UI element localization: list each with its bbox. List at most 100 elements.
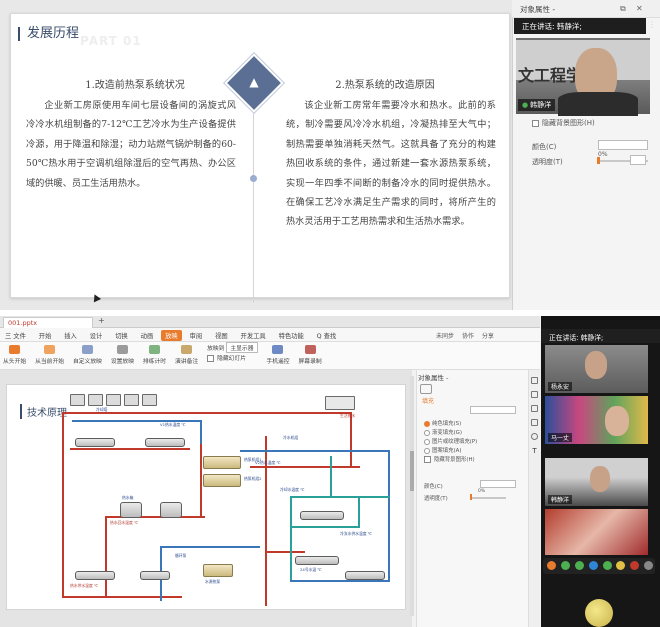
video-tile-3[interactable]: 韩静洋 [545, 458, 648, 506]
tool-text-icon[interactable]: T [529, 447, 540, 455]
fill-select[interactable] [470, 406, 516, 414]
radio-solid[interactable] [424, 420, 430, 427]
option-label: 渐变填充(G) [432, 430, 462, 436]
properties-header-2: 对象属性 - [418, 374, 449, 382]
record-toggle-icon[interactable] [630, 561, 640, 570]
share-button[interactable]: 分享 [482, 333, 494, 340]
transparency-slider-2[interactable] [470, 497, 506, 499]
transparency-slider-handle-2[interactable] [470, 494, 472, 500]
tank-3 [75, 571, 115, 580]
menu-home[interactable]: 开始 [34, 328, 57, 343]
file-tab[interactable]: 001.pptx [3, 317, 93, 328]
hide-bg-checkbox-2[interactable] [424, 456, 431, 463]
menu-review[interactable]: 审阅 [185, 328, 208, 343]
menu-design[interactable]: 设计 [85, 328, 108, 343]
menu-developer[interactable]: 开发工具 [236, 328, 271, 343]
tool-select-icon[interactable] [531, 377, 538, 384]
menu-insert[interactable]: 插入 [59, 328, 82, 343]
menu-slideshow[interactable]: 放映 [161, 330, 182, 341]
fill-picture-option[interactable]: 图片或纹理填充(P) [424, 438, 477, 447]
menu-features[interactable]: 特色功能 [274, 328, 309, 343]
tool-shape-icon[interactable] [531, 391, 538, 398]
transparency-slider-handle[interactable] [597, 157, 600, 164]
slide-ghost-text: PART 01 [80, 34, 142, 48]
video-tile-4[interactable] [545, 509, 648, 555]
reaction-icon[interactable] [616, 561, 626, 570]
ribbon-label: 从当前开始 [35, 359, 65, 365]
ribbon-remote[interactable]: 手机遥控 [266, 342, 290, 365]
scrollbar-thumb[interactable] [410, 451, 414, 491]
option-label: 图片或纹理填充(P) [432, 439, 478, 445]
add-tab-button[interactable]: + [98, 316, 105, 325]
option-label: 图案填充(A) [432, 448, 462, 454]
pipe-teal-1 [290, 496, 390, 498]
speaker-name-tag: ● 韩静洋 [518, 99, 556, 111]
color-select[interactable] [598, 140, 648, 150]
video-tile-2[interactable]: 马一丈 [545, 396, 648, 444]
timeline-dot [250, 175, 257, 182]
pipe-red-9 [70, 448, 190, 450]
radio-gradient[interactable] [424, 429, 430, 436]
menu-animation[interactable]: 动画 [136, 328, 159, 343]
pipe-red-4 [105, 516, 107, 596]
tool-location-icon[interactable] [531, 433, 538, 440]
ribbon-record[interactable]: 屏幕录制 [298, 342, 322, 365]
chat-icon[interactable] [602, 561, 612, 570]
heat-pump-2 [203, 474, 241, 487]
mic-toggle-icon[interactable] [560, 561, 570, 570]
monitor-select[interactable]: 主显示器 [226, 342, 258, 353]
cooling-tower-4 [124, 394, 139, 406]
diamond-icon: ▲ [249, 75, 259, 89]
radio-picture[interactable] [424, 438, 430, 445]
ribbon-notes[interactable]: 演讲备注 [175, 342, 198, 365]
water-tank-2 [160, 502, 182, 518]
pipe-teal-2 [290, 496, 292, 580]
transparency-input[interactable] [630, 155, 646, 165]
ribbon-start-begin[interactable]: 从头开始 [3, 342, 26, 365]
close-icon[interactable]: ✕ [636, 4, 643, 13]
setup-icon [116, 345, 128, 354]
video-tile-1[interactable]: 杨永安 [545, 345, 648, 393]
restore-icon[interactable]: ⧉ [620, 4, 626, 14]
fill-section-label[interactable]: 填充 [422, 396, 434, 405]
ribbon-show-to[interactable]: 放映到 主显示器 隐藏幻灯片 [207, 342, 258, 362]
speaker-icon[interactable] [574, 561, 584, 570]
fill-pattern-option[interactable]: 图案填充(A) [424, 447, 477, 456]
camera-icon[interactable] [588, 561, 598, 570]
tool-copy-icon[interactable] [531, 405, 538, 412]
pipe-blue-4 [388, 450, 390, 580]
app-logo-icon[interactable] [547, 561, 556, 570]
ribbon-custom[interactable]: 自定义放映 [73, 342, 102, 365]
sync-status[interactable]: 未同步 [436, 333, 454, 340]
pipe-red-1 [62, 412, 352, 414]
pipe-blue-3 [240, 450, 390, 452]
fill-solid-option[interactable]: 纯色填充(S) [424, 420, 477, 429]
hide-bg-option[interactable]: 隐藏背景图形(H) [424, 456, 477, 465]
color-select-2[interactable] [480, 480, 516, 488]
vertical-scrollbar[interactable] [410, 376, 414, 616]
more-icon[interactable] [644, 561, 654, 570]
radio-pattern[interactable] [424, 447, 430, 454]
menu-icon[interactable]: ⋮ [648, 20, 656, 29]
menu-search[interactable]: Q 查找 [312, 328, 342, 343]
right-heading: 2.热泵系统的改造原因 [335, 80, 435, 91]
menu-transition[interactable]: 切换 [110, 328, 133, 343]
menu-file[interactable]: 三 文件 [0, 328, 31, 343]
tool-layer-icon[interactable] [531, 419, 538, 426]
menu-view[interactable]: 视图 [210, 328, 233, 343]
label-domestic-hot: 生活热水 [340, 413, 356, 418]
ribbon-rehearse[interactable]: 排练计时 [143, 342, 166, 365]
hide-slide-checkbox[interactable] [207, 355, 215, 362]
option-label: 隐藏背景图形(H) [434, 457, 475, 463]
tank-7 [300, 511, 344, 520]
ribbon-setup[interactable]: 设置放映 [111, 342, 134, 365]
menu-right: 未同步 协作 分享 [436, 331, 494, 340]
ribbon-start-current[interactable]: 从当前开始 [35, 342, 64, 365]
label-water-source: 水源热泵 [205, 579, 221, 584]
hide-bg-checkbox[interactable] [532, 119, 539, 127]
tank-5 [345, 571, 385, 580]
hide-bg-row[interactable]: 隐藏背景图形(H) [532, 118, 595, 128]
fill-gradient-option[interactable]: 渐变填充(G) [424, 429, 477, 438]
fill-bucket-icon[interactable] [420, 384, 432, 394]
collab-button[interactable]: 协作 [462, 333, 474, 340]
